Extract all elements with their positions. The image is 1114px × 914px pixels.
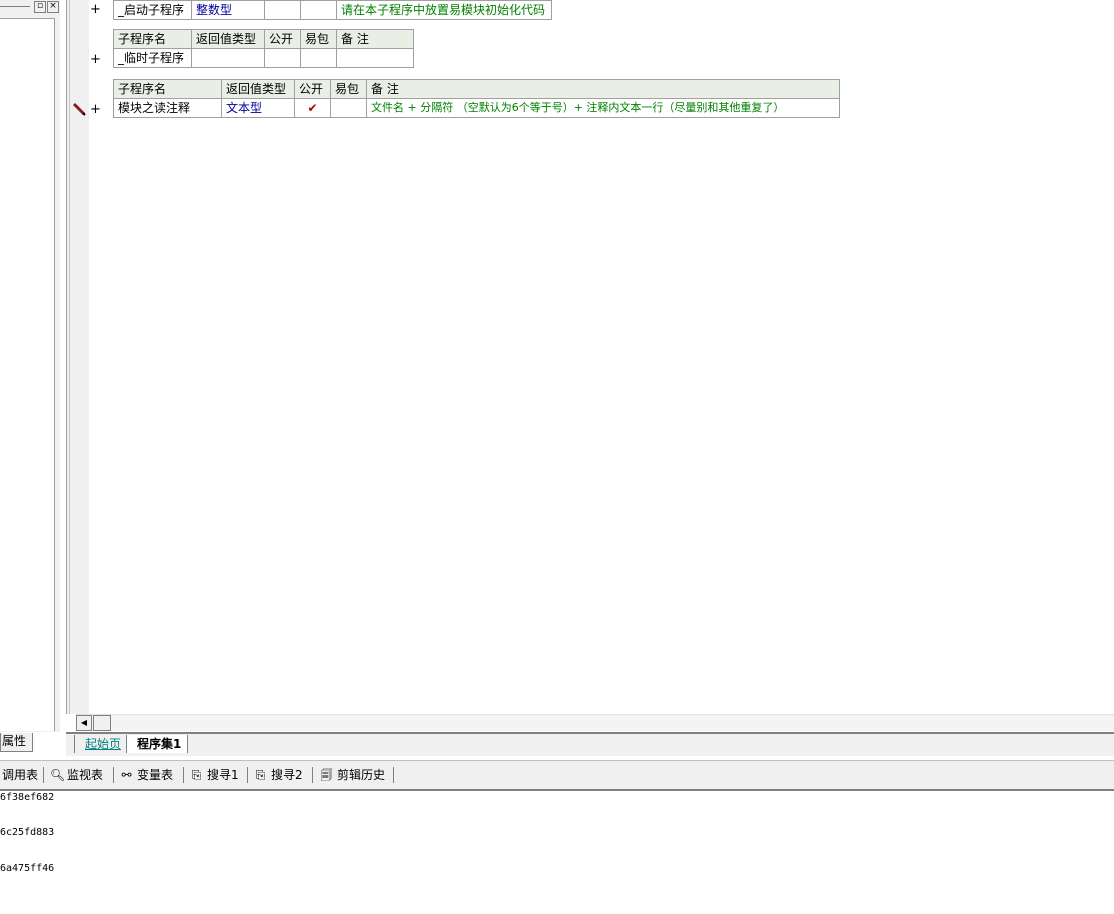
scroll-thumb[interactable] xyxy=(93,715,111,731)
expand-icon[interactable]: + xyxy=(90,53,102,67)
header-remark: 备 注 xyxy=(366,79,840,99)
magnifier-icon: 🔍︎ xyxy=(50,767,66,782)
output-line: 6f38ef682 xyxy=(0,792,55,803)
clipboard-icon: 🗐 xyxy=(320,767,333,782)
variable-table-label: 变量表 xyxy=(137,768,174,782)
header-easy-pkg: 易包 xyxy=(300,29,337,49)
table-row[interactable]: 模块之读注释 文本型 ✔ 文件名 + 分隔符 （空默认为6个等于号）+ 注释内文… xyxy=(113,98,840,118)
search-doc-icon: ⎘ xyxy=(255,767,266,782)
header-easy-pkg: 易包 xyxy=(330,79,367,99)
output-line: 6c25fd883 xyxy=(0,827,55,838)
output-line: 6a475ff46 xyxy=(0,863,55,874)
search2-button[interactable]: ⎘ 搜寻2 xyxy=(254,767,303,783)
expand-icon[interactable]: + xyxy=(90,103,102,117)
call-table-button[interactable]: 调用表 xyxy=(2,767,38,783)
header-sub-name: 子程序名 xyxy=(113,79,222,99)
variables-icon: ⚯ xyxy=(121,767,132,782)
remark-cell[interactable]: 请在本子程序中放置易模块初始化代码 xyxy=(336,0,552,20)
header-return-type: 返回值类型 xyxy=(191,29,265,49)
table-header-row: 子程序名 返回值类型 公开 易包 备 注 xyxy=(113,79,840,99)
public-cell[interactable] xyxy=(264,0,301,20)
restore-icon[interactable]: ▫ xyxy=(34,1,46,13)
header-sub-name: 子程序名 xyxy=(113,29,192,49)
table-row[interactable]: _启动子程序 整数型 请在本子程序中放置易模块初始化代码 xyxy=(113,0,552,20)
tab-program-set[interactable]: 程序集1 xyxy=(126,735,189,753)
table-header-row: 子程序名 返回值类型 公开 易包 备 注 xyxy=(113,29,414,49)
bottom-toolbar: 调用表 🔍︎ 监视表 ⚯ 变量表 ⎘ 搜寻1 ⎘ 搜寻2 🗐 剪辑历史 xyxy=(0,760,1114,791)
header-return-type: 返回值类型 xyxy=(221,79,295,99)
temp-sub-table: 子程序名 返回值类型 公开 易包 备 注 _临时子程序 xyxy=(113,29,414,68)
return-type-cell[interactable]: 文本型 xyxy=(221,98,295,118)
easy-pkg-cell[interactable] xyxy=(300,48,337,68)
watch-table-label: 监视表 xyxy=(67,768,104,782)
close-icon[interactable]: × xyxy=(47,1,59,13)
sub-name-cell[interactable]: _启动子程序 xyxy=(113,0,192,20)
remark-cell[interactable] xyxy=(336,48,414,68)
remark-cell[interactable]: 文件名 + 分隔符 （空默认为6个等于号）+ 注释内文本一行（尽量别和其他重复了… xyxy=(366,98,840,118)
startup-sub-table: _启动子程序 整数型 请在本子程序中放置易模块初始化代码 xyxy=(113,0,552,20)
sub-name-cell[interactable]: _临时子程序 xyxy=(113,48,192,68)
scroll-left-icon[interactable]: ◀ xyxy=(76,715,92,731)
panel-title-bar xyxy=(0,6,30,7)
search1-label: 搜寻1 xyxy=(207,768,239,782)
easy-pkg-cell[interactable] xyxy=(330,98,367,118)
return-type-cell[interactable]: 整数型 xyxy=(191,0,265,20)
public-cell[interactable] xyxy=(264,48,301,68)
return-type-cell[interactable] xyxy=(191,48,265,68)
pencil-icon xyxy=(72,102,86,116)
header-remark: 备 注 xyxy=(336,29,414,49)
tab-start-page[interactable]: 起始页 xyxy=(74,735,127,753)
left-panel: ▫ × xyxy=(0,0,60,732)
clip-history-button[interactable]: 🗐 剪辑历史 xyxy=(320,767,386,783)
module-sub-table: 子程序名 返回值类型 公开 易包 备 注 模块之读注释 文本型 ✔ 文件名 + … xyxy=(113,79,840,118)
clip-history-label: 剪辑历史 xyxy=(337,768,386,782)
search1-button[interactable]: ⎘ 搜寻1 xyxy=(190,767,239,783)
search2-label: 搜寻2 xyxy=(271,768,303,782)
expand-icon[interactable]: + xyxy=(90,3,102,17)
sub-name-cell[interactable]: 模块之读注释 xyxy=(113,98,222,118)
public-check-icon[interactable]: ✔ xyxy=(294,98,331,118)
table-row[interactable]: _临时子程序 xyxy=(113,48,414,68)
call-table-label: 调用表 xyxy=(2,768,39,782)
header-public: 公开 xyxy=(264,29,301,49)
properties-pane xyxy=(0,18,55,731)
watch-table-button[interactable]: 🔍︎ 监视表 xyxy=(50,767,103,783)
variable-table-button[interactable]: ⚯ 变量表 xyxy=(120,767,173,783)
horizontal-scrollbar[interactable]: ◀ xyxy=(76,714,1114,731)
header-public: 公开 xyxy=(294,79,331,99)
document-tab-strip: 起始页 程序集1 xyxy=(66,732,1114,756)
easy-pkg-cell[interactable] xyxy=(300,0,337,20)
properties-tab[interactable]: 属性 xyxy=(0,733,33,752)
search-doc-icon: ⎘ xyxy=(191,767,202,782)
